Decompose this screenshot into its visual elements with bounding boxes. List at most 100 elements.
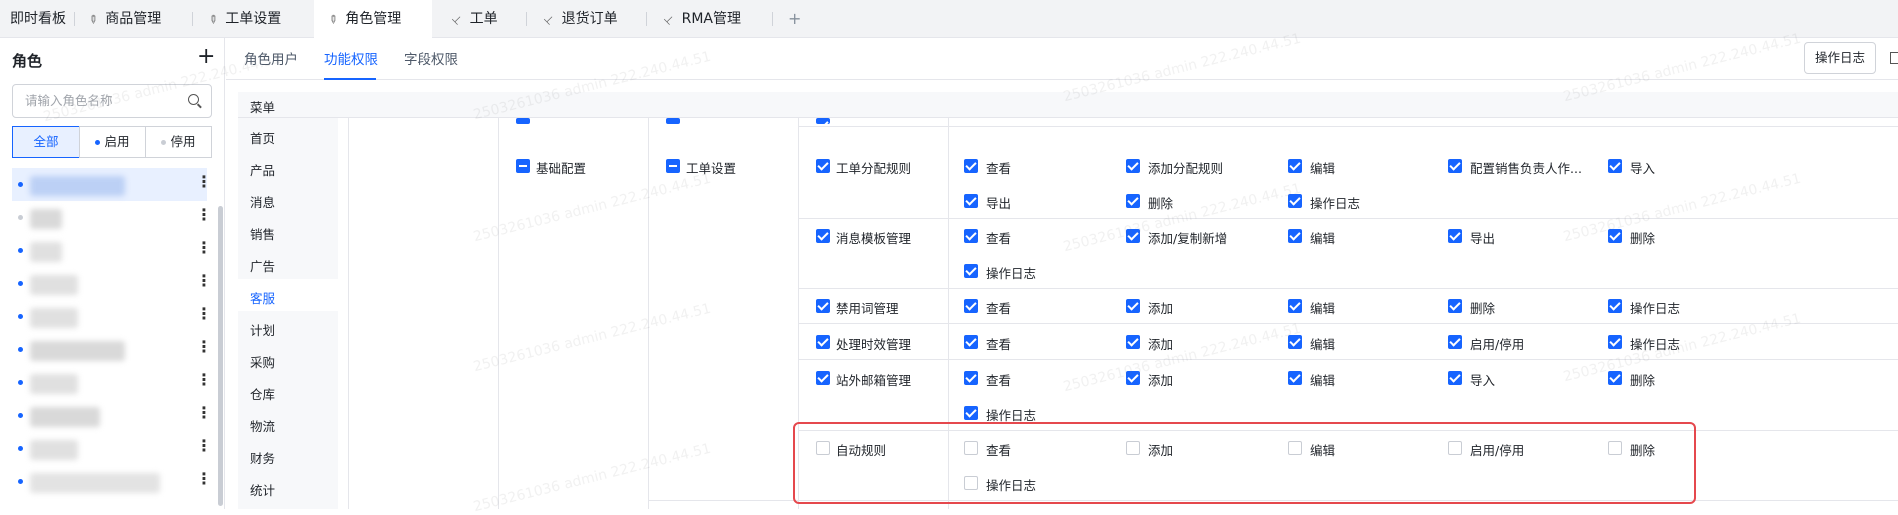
add-tab-button[interactable]: + (788, 0, 801, 38)
role-name-redacted (30, 341, 125, 361)
perm-checkbox[interactable] (1126, 229, 1140, 243)
tab-role-users[interactable]: 角色用户 (244, 48, 298, 68)
more-icon[interactable]: ⋮ (196, 337, 212, 356)
status-dot-icon (18, 380, 23, 385)
perm-checkbox[interactable] (964, 371, 978, 385)
perm-checkbox[interactable] (1126, 335, 1140, 349)
perm-label: 编辑 (1310, 337, 1336, 352)
tab-return-orders[interactable]: ⊥ 退货订单 (541, 0, 617, 38)
tab-tickets[interactable]: ⊥ 工单 (449, 0, 497, 38)
perm-checkbox[interactable] (1126, 194, 1140, 208)
perm-checkbox[interactable] (1608, 299, 1622, 313)
module-checkbox[interactable] (816, 229, 830, 243)
menu-item-home[interactable]: 首页 (250, 128, 275, 147)
menu-item-warehouse[interactable]: 仓库 (250, 384, 275, 403)
add-role-button[interactable]: + (197, 44, 215, 69)
tab-products[interactable]: ✎ 商品管理 (85, 0, 161, 38)
role-search-input[interactable] (25, 93, 175, 108)
module-checkbox[interactable] (816, 299, 830, 313)
perm-checkbox[interactable] (1288, 335, 1302, 349)
role-list-item[interactable]: ⋮ (12, 168, 212, 201)
perm-checkbox[interactable] (964, 229, 978, 243)
search-icon[interactable] (188, 94, 199, 105)
checkbox[interactable] (666, 118, 680, 126)
menu-item-logistics[interactable]: 物流 (250, 416, 275, 435)
more-icon[interactable]: ⋮ (196, 370, 212, 389)
module-label: 工单分配规则 (836, 161, 912, 176)
perm-checkbox[interactable] (1608, 371, 1622, 385)
perm-checkbox[interactable] (1448, 371, 1462, 385)
perm-checkbox[interactable] (1448, 229, 1462, 243)
perm-checkbox[interactable] (964, 406, 978, 420)
base-config-checkbox[interactable] (516, 159, 530, 173)
tab-label: 工单设置 (225, 11, 282, 27)
perm-checkbox[interactable] (1126, 159, 1140, 173)
more-icon[interactable]: ⋮ (196, 205, 212, 224)
perm-checkbox[interactable] (1448, 299, 1462, 313)
tab-role-management[interactable]: ✎ 角色管理 (314, 0, 432, 39)
menu-item-message[interactable]: 消息 (250, 192, 275, 211)
perm-checkbox[interactable] (1448, 335, 1462, 349)
perm-checkbox[interactable] (1288, 194, 1302, 208)
perm-label: 导出 (1470, 231, 1496, 246)
role-list-item[interactable]: ⋮ (12, 234, 212, 267)
module-checkbox[interactable] (816, 371, 830, 385)
menu-item-statistics[interactable]: 统计 (250, 480, 275, 499)
role-name-redacted (30, 275, 78, 295)
perm-checkbox[interactable] (964, 159, 978, 173)
perm-checkbox[interactable] (1608, 229, 1622, 243)
role-list-item[interactable]: ⋮ (12, 366, 212, 399)
more-icon[interactable]: ⋮ (196, 271, 212, 290)
tab-field-permissions[interactable]: 字段权限 (404, 48, 458, 68)
perm-checkbox[interactable] (1448, 159, 1462, 173)
checkbox[interactable] (516, 118, 530, 126)
menu-item-plan[interactable]: 计划 (250, 320, 275, 339)
role-list-item[interactable]: ⋮ (12, 432, 212, 465)
perm-checkbox[interactable] (964, 194, 978, 208)
menu-item-finance[interactable]: 财务 (250, 448, 275, 467)
perm-checkbox[interactable] (1288, 229, 1302, 243)
role-list-item[interactable]: ⋮ (12, 399, 212, 432)
perm-checkbox[interactable] (1288, 371, 1302, 385)
more-icon[interactable]: ⋮ (196, 238, 212, 257)
filter-all[interactable]: 全部 (12, 126, 80, 158)
perm-checkbox[interactable] (964, 335, 978, 349)
role-list-item[interactable]: ⋮ (12, 333, 212, 366)
filter-enabled[interactable]: 启用 (79, 126, 146, 158)
more-icon[interactable]: ⋮ (196, 304, 212, 323)
perm-checkbox[interactable] (1608, 159, 1622, 173)
perm-checkbox[interactable] (1126, 371, 1140, 385)
role-list-item[interactable]: ⋮ (12, 201, 212, 234)
tab-function-permissions[interactable]: 功能权限 (324, 48, 378, 68)
filter-disabled[interactable]: 停用 (145, 126, 212, 158)
tab-label: RMA管理 (681, 11, 741, 27)
menu-item-customer-service[interactable]: 客服 (250, 288, 275, 307)
perm-checkbox[interactable] (964, 299, 978, 313)
perm-checkbox[interactable] (1126, 299, 1140, 313)
tab-rma[interactable]: ⊥ RMA管理 (661, 0, 741, 38)
tab-dashboard[interactable]: 即时看板 (10, 0, 66, 38)
perm-checkbox[interactable] (1288, 299, 1302, 313)
operation-log-button[interactable]: 操作日志 (1804, 42, 1876, 74)
menu-item-sales[interactable]: 销售 (250, 224, 275, 243)
more-icon[interactable]: ⋮ (196, 172, 212, 191)
role-list-item[interactable]: ⋮ (12, 267, 212, 300)
more-icon[interactable]: ⋮ (196, 403, 212, 422)
more-icon[interactable]: ⋮ (196, 436, 212, 455)
module-checkbox[interactable] (816, 335, 830, 349)
perm-checkbox[interactable] (1608, 335, 1622, 349)
role-list-item[interactable]: ⋮ (12, 300, 212, 333)
checkbox[interactable] (816, 118, 830, 124)
menu-item-purchase[interactable]: 采购 (250, 352, 275, 371)
menu-item-product[interactable]: 产品 (250, 160, 275, 179)
perm-checkbox[interactable] (964, 264, 978, 278)
role-list-item[interactable]: ⋮ (12, 465, 212, 498)
menu-item-ads[interactable]: 广告 (250, 256, 275, 275)
panel-toggle-icon[interactable] (1890, 52, 1898, 64)
tab-ticket-settings[interactable]: ✎ 工单设置 (205, 0, 282, 38)
perm-checkbox[interactable] (1288, 159, 1302, 173)
role-list-scrollbar[interactable] (218, 206, 223, 506)
ticket-settings-checkbox[interactable] (666, 159, 680, 173)
more-icon[interactable]: ⋮ (196, 469, 212, 488)
module-checkbox[interactable] (816, 159, 830, 173)
